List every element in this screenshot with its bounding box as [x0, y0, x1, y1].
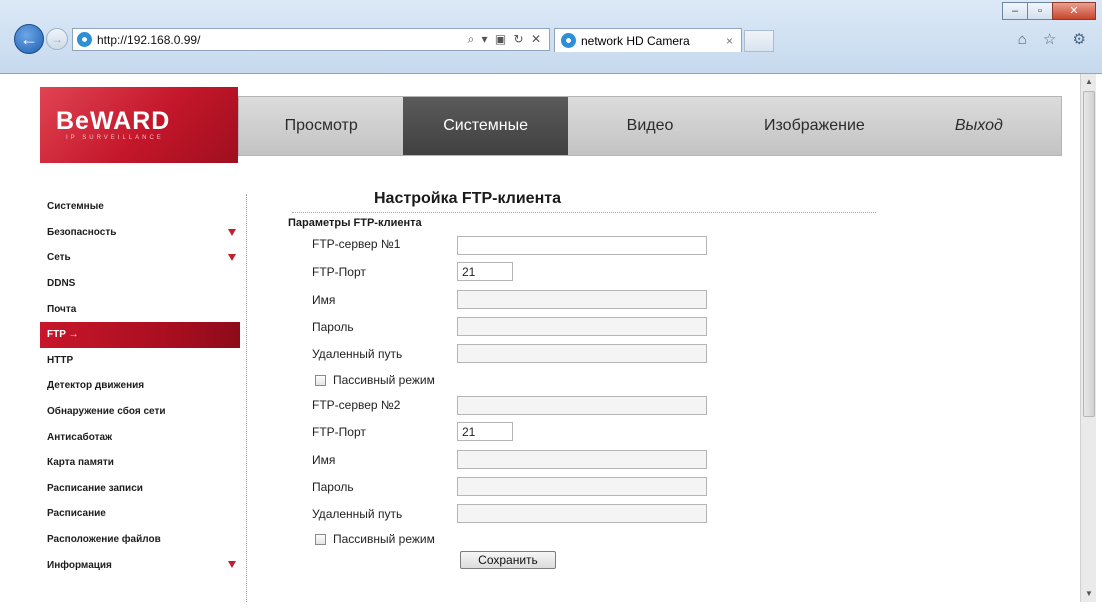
menu-item-view[interactable]: Просмотр — [239, 97, 403, 155]
sidebar-item-file-location[interactable]: Расположение файлов — [40, 527, 240, 553]
save-button[interactable]: Сохранить — [460, 551, 556, 569]
address-tools-icons[interactable]: ⌕ ▾ ▣ ↻ ✕ — [467, 32, 549, 47]
ftp-port2-input[interactable] — [457, 422, 513, 441]
back-button[interactable]: ← — [14, 24, 44, 54]
ftp-user1-label: Имя — [312, 293, 336, 307]
ftp-server2-input[interactable] — [457, 396, 707, 415]
expand-arrow-icon[interactable] — [228, 561, 236, 569]
passive-mode2-checkbox[interactable] — [315, 533, 326, 545]
browser-tab[interactable]: network HD Camera × — [554, 28, 742, 52]
sidebar-item-mail[interactable]: Почта — [40, 296, 240, 322]
sidebar-item-info[interactable]: Информация — [40, 552, 240, 578]
ftp-path2-input[interactable] — [457, 504, 707, 523]
passive-mode2-label: Пассивный режим — [333, 532, 435, 546]
home-favorites-settings-icons[interactable]: ⌂ ☆ ⚙ — [1018, 30, 1092, 48]
ftp-path1-input[interactable] — [457, 344, 707, 363]
scroll-thumb[interactable] — [1083, 91, 1095, 417]
ftp-password1-label: Пароль — [312, 320, 354, 334]
ftp-server1-input[interactable] — [457, 236, 707, 255]
sidebar-item-memory-card[interactable]: Карта памяти — [40, 450, 240, 476]
ftp-user1-input[interactable] — [457, 290, 707, 309]
page-viewport: BeWARD IP SURVEILLANCE Просмотр Системны… — [6, 74, 1080, 602]
title-divider — [292, 212, 876, 213]
sidebar-item-ddns[interactable]: DDNS — [40, 271, 240, 297]
sidebar-item-tamper[interactable]: Антисаботаж — [40, 424, 240, 450]
sidebar-item-motion-detector[interactable]: Детектор движения — [40, 373, 240, 399]
scroll-up-icon[interactable]: ▲ — [1081, 74, 1097, 90]
sidebar-item-security[interactable]: Безопасность — [40, 220, 240, 246]
sidebar-item-schedule[interactable]: Расписание — [40, 501, 240, 527]
beward-logo: BeWARD IP SURVEILLANCE — [40, 87, 238, 163]
main-menu: Просмотр Системные Видео Изображение Вых… — [238, 96, 1062, 156]
passive-mode2-row[interactable]: Пассивный режим — [315, 532, 435, 546]
ftp-password1-input[interactable] — [457, 317, 707, 336]
scroll-down-icon[interactable]: ▼ — [1081, 586, 1097, 602]
ftp-path2-label: Удаленный путь — [312, 507, 403, 521]
sidebar-item-network-failure[interactable]: Обнаружение сбоя сети — [40, 399, 240, 425]
ftp-password2-label: Пароль — [312, 480, 354, 494]
forward-button[interactable]: → — [46, 28, 68, 50]
expand-arrow-icon[interactable] — [228, 254, 236, 262]
ftp-user2-input[interactable] — [457, 450, 707, 469]
passive-mode1-checkbox[interactable] — [315, 374, 326, 386]
window-controls: – ▫ ✕ — [1002, 2, 1096, 20]
vertical-scrollbar[interactable]: ▲ ▼ — [1080, 74, 1096, 602]
page-title: Настройка FTP-клиента — [374, 190, 561, 207]
minimize-button[interactable]: – — [1002, 2, 1028, 20]
sidebar-divider — [246, 194, 247, 602]
ftp-port2-label: FTP-Порт — [312, 425, 366, 439]
sidebar-item-http[interactable]: HTTP — [40, 348, 240, 374]
ftp-user2-label: Имя — [312, 453, 336, 467]
ftp-server2-label: FTP-сервер №2 — [312, 398, 401, 412]
sidebar-item-network[interactable]: Сеть — [40, 245, 240, 271]
section-title: Параметры FTP-клиента — [288, 217, 422, 229]
new-tab-button[interactable] — [744, 30, 774, 52]
sidebar-item-record-schedule[interactable]: Расписание записи — [40, 476, 240, 502]
ftp-password2-input[interactable] — [457, 477, 707, 496]
passive-mode1-row[interactable]: Пассивный режим — [315, 373, 435, 387]
tab-close-icon[interactable]: × — [726, 34, 733, 48]
logo-tagline: IP SURVEILLANCE — [66, 135, 164, 141]
ftp-server1-label: FTP-сервер №1 — [312, 237, 401, 251]
expand-arrow-icon[interactable] — [228, 228, 236, 236]
logo-wordmark: BeWARD — [56, 107, 171, 135]
close-window-button[interactable]: ✕ — [1052, 2, 1096, 20]
maximize-button[interactable]: ▫ — [1027, 2, 1053, 20]
sidebar-item-system[interactable]: Системные — [40, 194, 240, 220]
menu-item-image[interactable]: Изображение — [732, 97, 896, 155]
menu-item-video[interactable]: Видео — [568, 97, 732, 155]
ie-page-icon — [77, 32, 92, 47]
tab-title: network HD Camera — [581, 33, 690, 48]
address-url[interactable]: http://192.168.0.99/ — [97, 33, 467, 47]
ftp-path1-label: Удаленный путь — [312, 347, 403, 361]
menu-item-system[interactable]: Системные — [403, 97, 568, 155]
ftp-port1-input[interactable] — [457, 262, 513, 281]
sidebar-item-ftp[interactable]: FTP → — [40, 321, 240, 348]
address-bar[interactable]: http://192.168.0.99/ ⌕ ▾ ▣ ↻ ✕ — [72, 28, 550, 51]
tab-favicon-icon — [561, 33, 576, 48]
passive-mode1-label: Пассивный режим — [333, 373, 435, 387]
browser-toolbar: – ▫ ✕ ← → http://192.168.0.99/ ⌕ ▾ ▣ ↻ ✕… — [0, 0, 1102, 74]
menu-item-logout[interactable]: Выход — [897, 97, 1061, 155]
sidebar: Системные Безопасность Сеть DDNS Почта F… — [40, 194, 240, 578]
ftp-port1-label: FTP-Порт — [312, 265, 366, 279]
